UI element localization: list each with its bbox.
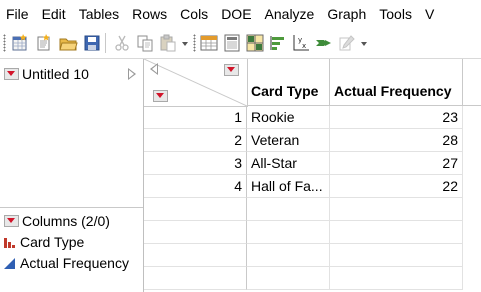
grid-icon[interactable] — [245, 33, 265, 53]
cell-actual-frequency[interactable]: 27 — [330, 152, 463, 175]
table-panel: Untitled 10 — [0, 59, 143, 208]
red-triangle-menu-icon[interactable] — [4, 215, 19, 227]
cell-actual-frequency[interactable]: 23 — [330, 106, 463, 129]
distribution-icon[interactable] — [222, 33, 242, 53]
bar-chart-icon[interactable] — [268, 33, 288, 53]
menu-doe[interactable]: DOE — [214, 6, 251, 22]
empty-cell[interactable] — [330, 221, 463, 244]
cell-actual-frequency[interactable]: 28 — [330, 129, 463, 152]
svg-text:x: x — [302, 42, 306, 50]
toolbar-dropdown-icon[interactable] — [361, 41, 367, 47]
row-number[interactable]: 3 — [144, 152, 247, 175]
continuous-icon — [4, 257, 15, 269]
open-folder-icon[interactable] — [58, 33, 78, 53]
empty-cell[interactable] — [330, 198, 463, 221]
empty-cell[interactable] — [247, 244, 330, 267]
row-number[interactable]: 4 — [144, 175, 247, 198]
toolbar-grip[interactable] — [3, 34, 6, 52]
column-item-actual-frequency[interactable]: Actual Frequency — [3, 255, 129, 271]
empty-cell[interactable] — [247, 221, 330, 244]
column-name: Actual Frequency — [20, 255, 129, 271]
column-name: Card Type — [20, 234, 85, 250]
columns-panel-header: Columns (2/0) — [4, 213, 110, 229]
left-pane: Untitled 10 Columns (2/0) Card Type Actu… — [0, 59, 144, 292]
menu-tools[interactable]: Tools — [372, 6, 412, 22]
column-header-actual-frequency[interactable]: Actual Frequency — [330, 59, 463, 106]
empty-cell[interactable] — [330, 244, 463, 267]
menu-bar: File Edit Tables Rows Cols DOE Analyze G… — [0, 0, 481, 28]
arrow-icon[interactable] — [314, 33, 334, 53]
row-number[interactable]: 2 — [144, 129, 247, 152]
cell-card-type[interactable]: All-Star — [247, 152, 330, 175]
data-grid: Card Type Actual Frequency 1 Rookie 23 2… — [144, 59, 481, 292]
paste-dropdown-icon[interactable] — [182, 41, 188, 47]
collapse-arrow-icon[interactable] — [128, 68, 136, 80]
nominal-icon — [4, 237, 15, 248]
menu-graph[interactable]: Graph — [320, 6, 366, 22]
column-header-empty[interactable] — [463, 59, 481, 106]
fit-y-by-x-icon[interactable]: yx — [291, 33, 311, 53]
menu-rows[interactable]: Rows — [125, 6, 167, 22]
save-icon[interactable] — [82, 33, 102, 53]
toolbar: yx — [0, 28, 481, 59]
table-panel-header: Untitled 10 — [4, 66, 89, 82]
grid-corner — [144, 59, 248, 107]
columns-red-triangle-icon[interactable] — [224, 64, 239, 76]
column-header-label: Actual Frequency — [334, 83, 452, 99]
menu-tables[interactable]: Tables — [72, 6, 119, 22]
menu-cols[interactable]: Cols — [173, 6, 208, 22]
empty-cell[interactable] — [247, 267, 330, 290]
row-number[interactable]: 1 — [144, 106, 247, 129]
toolbar-grip[interactable] — [193, 34, 196, 52]
menu-file[interactable]: File — [0, 6, 29, 22]
menu-view[interactable]: V — [418, 6, 434, 22]
empty-cell[interactable] — [330, 267, 463, 290]
cell-card-type[interactable]: Veteran — [247, 129, 330, 152]
red-triangle-menu-icon[interactable] — [4, 68, 19, 80]
empty-row-header[interactable] — [144, 198, 247, 221]
new-script-icon[interactable] — [34, 33, 54, 53]
columns-title: Columns (2/0) — [22, 213, 110, 229]
empty-row-header[interactable] — [144, 221, 247, 244]
rows-red-triangle-icon[interactable] — [153, 90, 168, 102]
cell-actual-frequency[interactable]: 22 — [330, 175, 463, 198]
empty-row-header[interactable] — [144, 244, 247, 267]
column-item-card-type[interactable]: Card Type — [3, 234, 84, 250]
cell-card-type[interactable]: Rookie — [247, 106, 330, 129]
column-header-card-type[interactable]: Card Type — [247, 59, 330, 106]
menu-edit[interactable]: Edit — [35, 6, 66, 22]
new-data-table-icon[interactable] — [10, 33, 30, 53]
data-table-icon[interactable] — [199, 33, 219, 53]
menu-analyze[interactable]: Analyze — [258, 6, 315, 22]
column-header-label: Card Type — [251, 83, 319, 99]
empty-row-header[interactable] — [144, 267, 247, 290]
table-name: Untitled 10 — [22, 66, 89, 82]
cell-card-type[interactable]: Hall of Fa... — [247, 175, 330, 198]
paste-icon[interactable] — [158, 33, 178, 53]
toolbar-separator — [105, 33, 106, 53]
cut-icon[interactable] — [112, 33, 132, 53]
columns-panel: Columns (2/0) Card Type Actual Frequency — [0, 208, 143, 292]
empty-cell[interactable] — [247, 198, 330, 221]
edit-icon[interactable] — [337, 33, 357, 53]
collapse-left-arrow-icon[interactable] — [150, 63, 158, 75]
copy-icon[interactable] — [135, 33, 155, 53]
